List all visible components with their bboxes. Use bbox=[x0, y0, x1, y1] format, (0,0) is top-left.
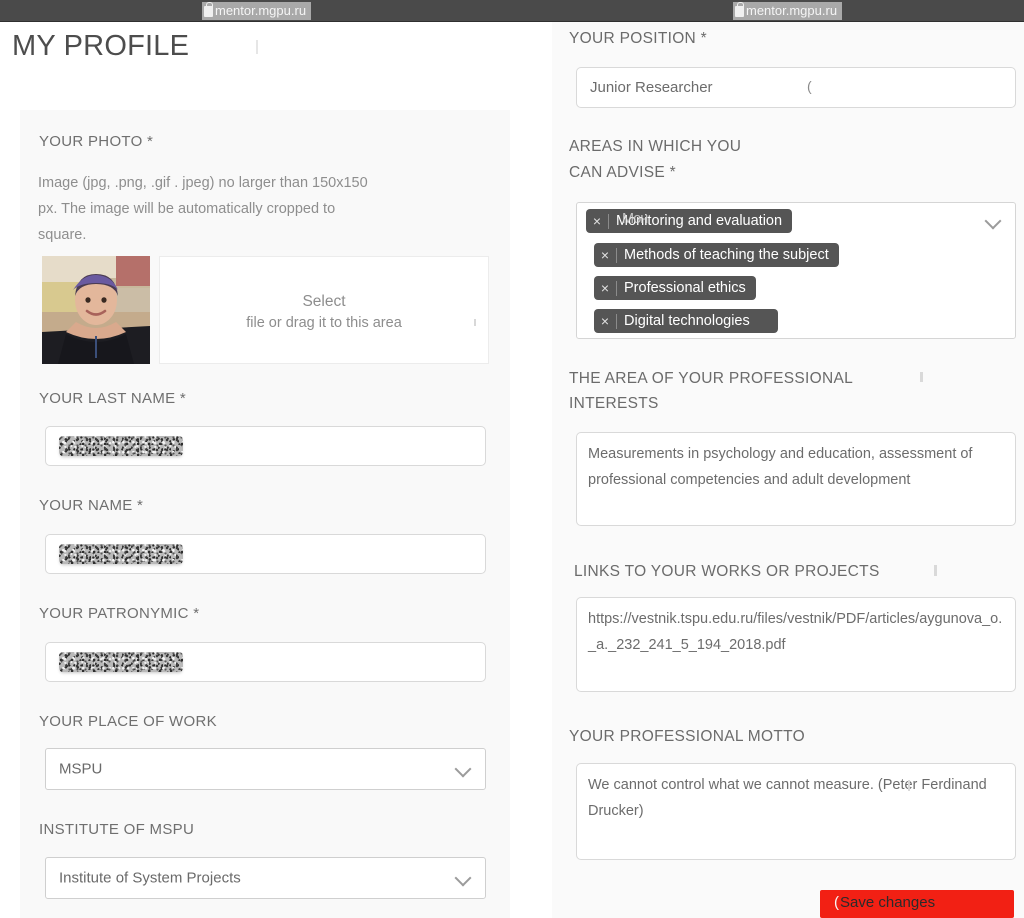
links-label: LINKS TO YOUR WORKS OR PROJECTS bbox=[574, 563, 880, 580]
save-changes-button[interactable]: ( Save changes bbox=[820, 890, 1014, 918]
url-text: mentor.mgpu.ru bbox=[215, 3, 307, 18]
motto-label: YOUR PROFESSIONAL MOTTO bbox=[569, 728, 805, 745]
tag-label: Methods of teaching the subject bbox=[624, 247, 829, 263]
close-icon[interactable]: × bbox=[594, 280, 616, 296]
url-chip-left[interactable]: mentor.mgpu.ru bbox=[202, 1, 312, 20]
avatar bbox=[42, 256, 150, 364]
links-value: https://vestnik.tspu.edu.ru/files/vestni… bbox=[588, 611, 1003, 653]
place-of-work-label: YOUR PLACE OF WORK bbox=[39, 713, 217, 730]
page-title: MY PROFILE bbox=[12, 30, 190, 62]
patronymic-input[interactable] bbox=[45, 642, 486, 682]
chevron-down-icon bbox=[456, 761, 471, 776]
patronymic-label: YOUR PATRONYMIC * bbox=[39, 605, 200, 622]
tag-chip[interactable]: × Professional ethics bbox=[594, 276, 756, 300]
place-of-work-value: MSPU bbox=[59, 760, 103, 778]
last-name-label: YOUR LAST NAME * bbox=[39, 390, 187, 407]
redacted-value bbox=[59, 652, 183, 672]
profile-page: mentor.mgpu.ru mentor.mgpu.ru MY PROFILE… bbox=[0, 0, 1024, 918]
motto-textarea[interactable]: We cannot control what we cannot measure… bbox=[576, 763, 1016, 860]
photo-label: YOUR PHOTO * bbox=[39, 133, 154, 150]
tag-chip[interactable]: × Methods of teaching the subject bbox=[594, 243, 839, 267]
motto-artifact bbox=[908, 780, 910, 791]
position-artifact: ( bbox=[807, 78, 812, 94]
close-icon[interactable]: × bbox=[594, 313, 616, 329]
areas-label-line2: CAN ADVISE * bbox=[569, 164, 676, 181]
chevron-down-icon[interactable] bbox=[986, 213, 1001, 228]
tag-divider bbox=[616, 247, 617, 263]
motto-value: We cannot control what we cannot measure… bbox=[588, 777, 987, 819]
tag-divider bbox=[616, 280, 617, 296]
links-artifact bbox=[934, 565, 937, 576]
save-button-artifact: ( bbox=[834, 894, 839, 911]
tag-divider bbox=[616, 313, 617, 329]
tag-chip[interactable]: × Monitoring and evaluation Мон bbox=[586, 209, 793, 233]
place-of-work-select[interactable]: MSPU bbox=[45, 748, 486, 790]
title-artifact bbox=[256, 40, 258, 54]
interests-label-line2: INTERESTS bbox=[569, 395, 659, 412]
photo-help-text: Image (jpg, .png, .gif . jpeg) no larger… bbox=[38, 175, 368, 243]
close-icon[interactable]: × bbox=[586, 213, 608, 229]
first-name-input[interactable] bbox=[45, 534, 486, 574]
areas-multiselect[interactable]: × Monitoring and evaluation Мон × Method… bbox=[576, 202, 1016, 339]
institute-label: INSTITUTE OF MSPU bbox=[39, 821, 195, 838]
url-text: mentor.mgpu.ru bbox=[746, 3, 838, 18]
tag-label: Monitoring and evaluation bbox=[616, 213, 783, 229]
redacted-value bbox=[59, 544, 183, 564]
areas-label-line1: AREAS IN WHICH YOU bbox=[569, 138, 742, 155]
interests-value: Measurements in psychology and education… bbox=[588, 446, 973, 488]
redacted-value bbox=[59, 436, 183, 456]
position-label: YOUR POSITION * bbox=[569, 30, 707, 47]
institute-value: Institute of System Projects bbox=[59, 869, 241, 887]
interests-textarea[interactable]: Measurements in psychology and education… bbox=[576, 432, 1016, 526]
save-button-label: Save changes bbox=[840, 894, 936, 911]
first-name-label: YOUR NAME * bbox=[39, 497, 144, 514]
tag-divider bbox=[608, 213, 609, 229]
position-value: Junior Researcher bbox=[590, 79, 713, 96]
tag-label: Professional ethics bbox=[624, 280, 746, 296]
dropzone-artifact bbox=[474, 319, 476, 326]
lock-icon bbox=[735, 1, 744, 17]
institute-select[interactable]: Institute of System Projects bbox=[45, 857, 486, 899]
tag-label: Digital technologies bbox=[624, 313, 750, 329]
interests-label-line1: THE AREA OF YOUR PROFESSIONAL bbox=[569, 370, 854, 387]
interests-artifact bbox=[920, 372, 923, 382]
dropzone-hint-text: file or drag it to this area bbox=[246, 315, 402, 331]
url-chip-right[interactable]: mentor.mgpu.ru bbox=[733, 1, 843, 20]
chevron-down-icon bbox=[456, 870, 471, 885]
links-textarea[interactable]: https://vestnik.tspu.edu.ru/files/vestni… bbox=[576, 597, 1016, 692]
lock-icon bbox=[204, 1, 213, 17]
browser-url-bar: mentor.mgpu.ru mentor.mgpu.ru bbox=[0, 0, 1024, 22]
last-name-input[interactable] bbox=[45, 426, 486, 466]
tag-chip[interactable]: × Digital technologies bbox=[594, 309, 778, 333]
position-input[interactable]: Junior Researcher ( bbox=[576, 67, 1016, 108]
close-icon[interactable]: × bbox=[594, 247, 616, 263]
dropzone-select-text: Select bbox=[302, 293, 346, 310]
photo-dropzone[interactable]: Select file or drag it to this area bbox=[159, 256, 489, 364]
